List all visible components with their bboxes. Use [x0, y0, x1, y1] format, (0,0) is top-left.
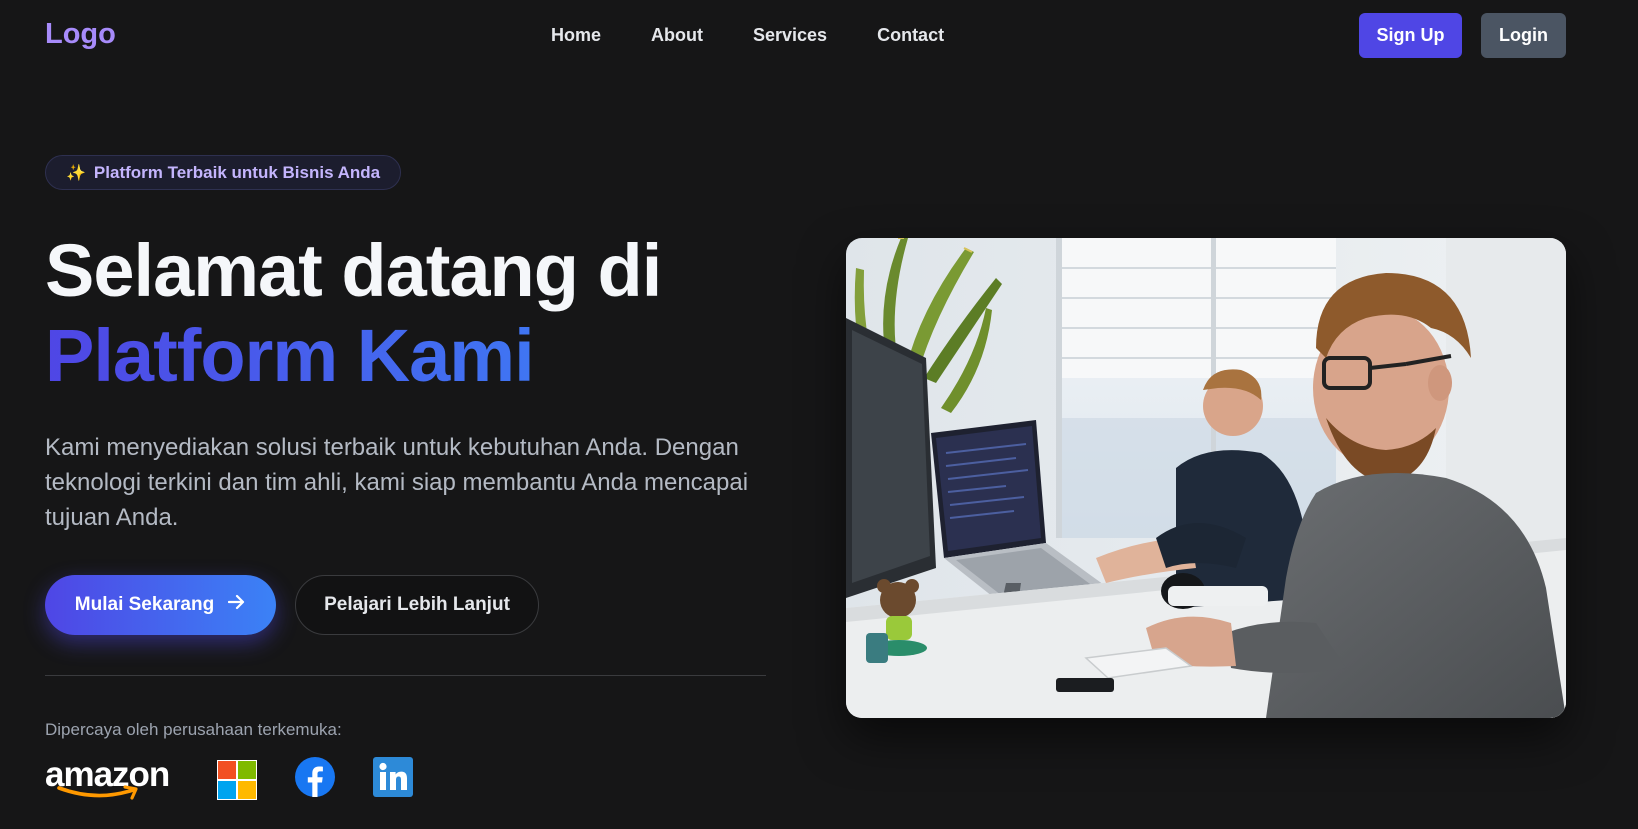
- nav-links: Home About Services Contact: [551, 25, 944, 46]
- login-button[interactable]: Login: [1481, 13, 1566, 58]
- trusted-by-label: Dipercaya oleh perusahaan terkemuka:: [45, 720, 342, 739]
- navbar: Logo Home About Services Contact Sign Up…: [0, 0, 1638, 74]
- hero-description: Kami menyediakan solusi terbaik untuk ke…: [45, 434, 749, 531]
- nav-link-contact[interactable]: Contact: [877, 25, 944, 46]
- learn-more-button[interactable]: Pelajari Lebih Lanjut: [295, 575, 539, 635]
- get-started-label: Mulai Sekarang: [74, 594, 215, 615]
- nav-link-services[interactable]: Services: [753, 25, 827, 46]
- hero-title-line1: Selamat datang di: [45, 229, 662, 312]
- sign-up-button[interactable]: Sign Up: [1359, 13, 1462, 58]
- hero-badge-text: Platform Terbaik untuk Bisnis Anda: [93, 162, 381, 182]
- facebook-logo: [295, 757, 335, 802]
- hero-title: Selamat datang di Platform Kami: [45, 228, 662, 398]
- arrow-right-icon: [228, 594, 246, 616]
- hero-image: [846, 238, 1566, 718]
- microsoft-logo: [217, 759, 257, 800]
- divider: [45, 675, 766, 676]
- nav-link-home[interactable]: Home: [551, 25, 601, 46]
- get-started-button[interactable]: Mulai Sekarang: [45, 575, 276, 635]
- linkedin-logo: [373, 757, 413, 802]
- logo-link[interactable]: Logo: [45, 18, 116, 51]
- nav-link-about[interactable]: About: [651, 25, 703, 46]
- sparkle-icon: ✨: [66, 164, 86, 182]
- hero-badge: ✨ Platform Terbaik untuk Bisnis Anda: [45, 155, 402, 190]
- partner-logos: amazon: [45, 755, 413, 802]
- hero-title-highlight: Platform Kami: [45, 313, 661, 398]
- amazon-logo: amazon: [45, 755, 179, 802]
